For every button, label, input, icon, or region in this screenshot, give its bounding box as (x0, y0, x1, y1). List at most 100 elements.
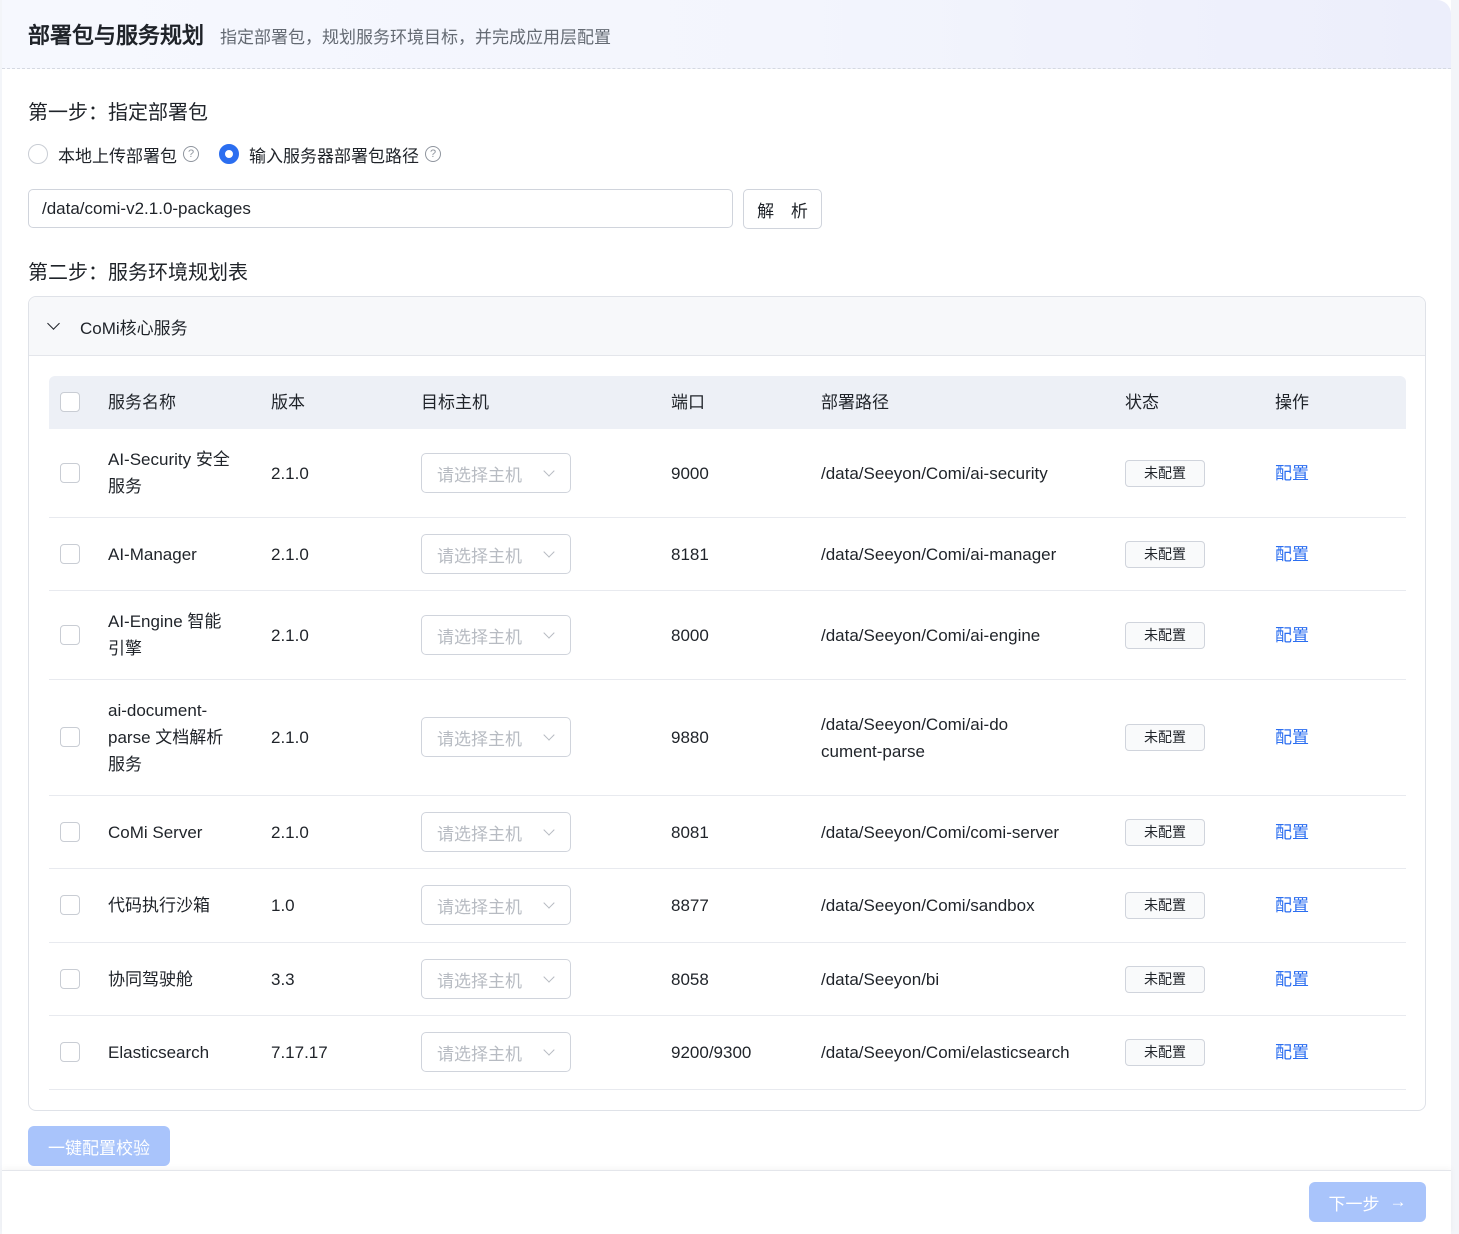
radio-local-upload[interactable]: 本地上传部署包 ? (28, 142, 199, 167)
configure-link[interactable]: 配置 (1275, 1039, 1309, 1066)
chevron-down-icon (543, 729, 555, 741)
status-badge: 未配置 (1125, 541, 1205, 568)
service-path: /data/Seeyon/Comi/ai-manager (821, 545, 1057, 564)
chevron-down-icon (543, 1044, 555, 1056)
page-header: 部署包与服务规划 指定部署包，规划服务环境目标，并完成应用层配置 (2, 0, 1451, 69)
service-version: 2.1.0 (271, 626, 309, 645)
row-checkbox[interactable] (60, 544, 80, 564)
host-select[interactable]: 请选择主机 (421, 812, 571, 852)
host-select-placeholder: 请选择主机 (437, 897, 522, 917)
table-row: CoMi Server 2.1.0 请选择主机 8081 /data/Seeyo… (49, 796, 1406, 869)
arrow-right-icon: → (1389, 1192, 1407, 1211)
chevron-down-icon (543, 971, 555, 983)
help-icon[interactable]: ? (183, 146, 199, 162)
parse-button[interactable]: 解 析 (743, 189, 822, 229)
status-badge: 未配置 (1125, 819, 1205, 846)
table-row: AI-Manager 2.1.0 请选择主机 8181 /data/Seeyon… (49, 518, 1406, 591)
col-header-action: 操作 (1275, 393, 1309, 412)
page-title: 部署包与服务规划 (28, 23, 205, 48)
service-panel: CoMi核心服务 服务名称 版本 目标主机 端口 部署路径 状态 操作 AI-S… (28, 296, 1426, 1111)
help-icon[interactable]: ? (425, 146, 441, 162)
host-select-placeholder: 请选择主机 (437, 627, 522, 647)
chevron-down-icon[interactable] (47, 317, 60, 330)
panel-title: CoMi核心服务 (80, 318, 188, 338)
configure-link[interactable]: 配置 (1275, 460, 1309, 487)
table-row: 协同驾驶舱 3.3 请选择主机 8058 /data/Seeyon/bi 未配置… (49, 943, 1406, 1016)
service-port: 9200/9300 (671, 1043, 752, 1062)
service-port: 8000 (671, 626, 709, 645)
radio-server-path-label: 输入服务器部署包路径 (249, 146, 419, 166)
row-checkbox[interactable] (60, 727, 80, 747)
col-header-path: 部署路径 (821, 393, 889, 412)
col-header-version: 版本 (271, 393, 305, 412)
status-badge: 未配置 (1125, 1039, 1205, 1066)
service-path: /data/Seeyon/Comi/sandbox (821, 896, 1035, 915)
service-port: 8058 (671, 970, 709, 989)
host-select[interactable]: 请选择主机 (421, 885, 571, 925)
service-name: AI-Engine 智能引擎 (108, 612, 222, 658)
configure-link[interactable]: 配置 (1275, 892, 1309, 919)
row-checkbox[interactable] (60, 969, 80, 989)
next-step-button[interactable]: 下一步 → (1309, 1182, 1426, 1222)
one-click-verify-button[interactable]: 一键配置校验 (28, 1126, 170, 1166)
table-header: 服务名称 版本 目标主机 端口 部署路径 状态 操作 (49, 376, 1406, 429)
host-select[interactable]: 请选择主机 (421, 615, 571, 655)
host-select-placeholder: 请选择主机 (437, 824, 522, 844)
status-badge: 未配置 (1125, 966, 1205, 993)
host-select-placeholder: 请选择主机 (437, 729, 522, 749)
status-badge: 未配置 (1125, 892, 1205, 919)
step1-title: 第一步：指定部署包 (28, 102, 208, 124)
status-badge: 未配置 (1125, 622, 1205, 649)
service-version: 7.17.17 (271, 1043, 328, 1062)
radio-server-path[interactable]: 输入服务器部署包路径 ? (219, 142, 441, 167)
chevron-down-icon (543, 546, 555, 558)
configure-link[interactable]: 配置 (1275, 819, 1309, 846)
host-select[interactable]: 请选择主机 (421, 453, 571, 493)
host-select[interactable]: 请选择主机 (421, 717, 571, 757)
radio-circle-checked[interactable] (219, 144, 239, 164)
panel-header[interactable]: CoMi核心服务 (29, 297, 1425, 356)
select-all-checkbox[interactable] (60, 392, 80, 412)
radio-circle[interactable] (28, 144, 48, 164)
row-checkbox[interactable] (60, 1042, 80, 1062)
service-path: /data/Seeyon/Comi/ai-security (821, 464, 1048, 483)
service-path: /data/Seeyon/Comi/comi-server (821, 823, 1060, 842)
service-name: 协同驾驶舱 (108, 970, 193, 989)
col-header-host: 目标主机 (421, 393, 489, 412)
host-select[interactable]: 请选择主机 (421, 534, 571, 574)
configure-link[interactable]: 配置 (1275, 541, 1309, 568)
table-row: ai-document-parse 文档解析服务 2.1.0 请选择主机 988… (49, 680, 1406, 796)
host-select-placeholder: 请选择主机 (437, 546, 522, 566)
configure-link[interactable]: 配置 (1275, 622, 1309, 649)
chevron-down-icon (543, 627, 555, 639)
host-select[interactable]: 请选择主机 (421, 1032, 571, 1072)
package-source-radio-group: 本地上传部署包 ? 输入服务器部署包路径 ? (28, 142, 461, 166)
service-name: AI-Security 安全服务 (108, 450, 230, 496)
service-port: 9880 (671, 728, 709, 747)
footer-bar: 下一步 → (2, 1170, 1451, 1234)
status-badge: 未配置 (1125, 460, 1205, 487)
row-checkbox[interactable] (60, 625, 80, 645)
radio-local-upload-label: 本地上传部署包 (58, 146, 177, 166)
host-select-placeholder: 请选择主机 (437, 1044, 522, 1064)
row-checkbox[interactable] (60, 895, 80, 915)
row-checkbox[interactable] (60, 822, 80, 842)
col-header-port: 端口 (671, 393, 705, 412)
service-version: 2.1.0 (271, 464, 309, 483)
service-version: 2.1.0 (271, 823, 309, 842)
host-select[interactable]: 请选择主机 (421, 959, 571, 999)
page: 部署包与服务规划 指定部署包，规划服务环境目标，并完成应用层配置 第一步：指定部… (2, 0, 1451, 1234)
table-row: AI-Security 安全服务 2.1.0 请选择主机 9000 /data/… (49, 429, 1406, 518)
configure-link[interactable]: 配置 (1275, 724, 1309, 751)
package-path-input[interactable] (28, 189, 733, 228)
host-select-placeholder: 请选择主机 (437, 465, 522, 485)
host-select-placeholder: 请选择主机 (437, 971, 522, 991)
service-path: /data/Seeyon/Comi/elasticsearch (821, 1043, 1070, 1062)
service-name: 代码执行沙箱 (108, 896, 210, 915)
configure-link[interactable]: 配置 (1275, 966, 1309, 993)
service-version: 1.0 (271, 896, 295, 915)
chevron-down-icon (543, 465, 555, 477)
table-row: 代码执行沙箱 1.0 请选择主机 8877 /data/Seeyon/Comi/… (49, 869, 1406, 943)
row-checkbox[interactable] (60, 463, 80, 483)
service-version: 3.3 (271, 970, 295, 989)
